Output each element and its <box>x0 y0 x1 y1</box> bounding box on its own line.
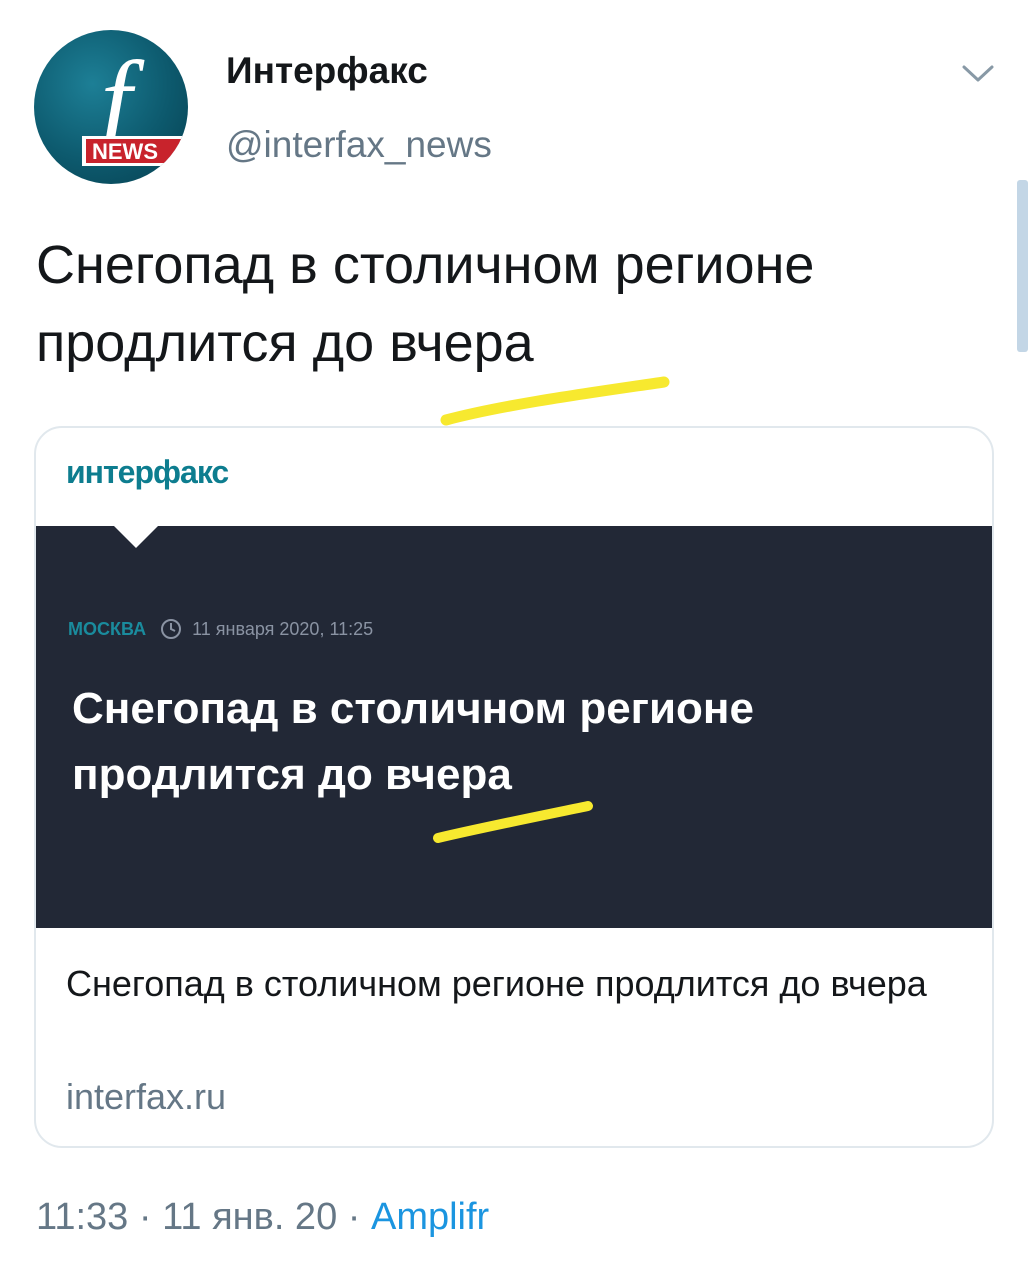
article-datetime: 11 января 2020, 11:25 <box>192 618 374 639</box>
tweet-time: 11:33 <box>36 1196 129 1238</box>
interfax-news-logo-icon: f NEWS <box>82 39 188 166</box>
clock-icon <box>161 619 182 639</box>
article-region: МОСКВА <box>68 618 147 639</box>
author-handle[interactable]: @interfax_news <box>226 124 492 166</box>
image-notch <box>114 526 158 548</box>
highlight-underline <box>433 801 593 843</box>
separator: · <box>347 1196 361 1238</box>
scrollbar[interactable] <box>1017 180 1028 352</box>
link-preview-card[interactable]: интерфакс МОСКВА 11 января 2020, 11:25 С… <box>34 426 994 1148</box>
card-image: МОСКВА 11 января 2020, 11:25 Снегопад в … <box>36 526 992 928</box>
avatar[interactable]: f NEWS <box>34 30 188 184</box>
tweet-text: Снегопад в столичном регионе продлится д… <box>36 235 815 373</box>
card-domain: interfax.ru <box>66 1076 227 1117</box>
svg-text:NEWS: NEWS <box>92 139 158 164</box>
tweet-timestamp: 11:33 · 11 янв. 20 · Amplifr <box>36 1196 489 1239</box>
author-display-name[interactable]: Интерфакс <box>226 50 428 92</box>
tweet-date: 11 янв. 20 <box>162 1196 338 1238</box>
source-link[interactable]: Amplifr <box>371 1196 489 1238</box>
card-title: Снегопад в столичном регионе продлится д… <box>66 963 927 1004</box>
chevron-down-icon[interactable] <box>958 58 998 88</box>
card-site-logo: интерфакс <box>66 454 229 490</box>
article-headline: Снегопад в столичном регионе продлится д… <box>72 684 754 799</box>
article-meta: МОСКВА 11 января 2020, 11:25 <box>68 618 373 640</box>
highlight-underline <box>440 376 670 426</box>
separator: · <box>138 1196 152 1238</box>
